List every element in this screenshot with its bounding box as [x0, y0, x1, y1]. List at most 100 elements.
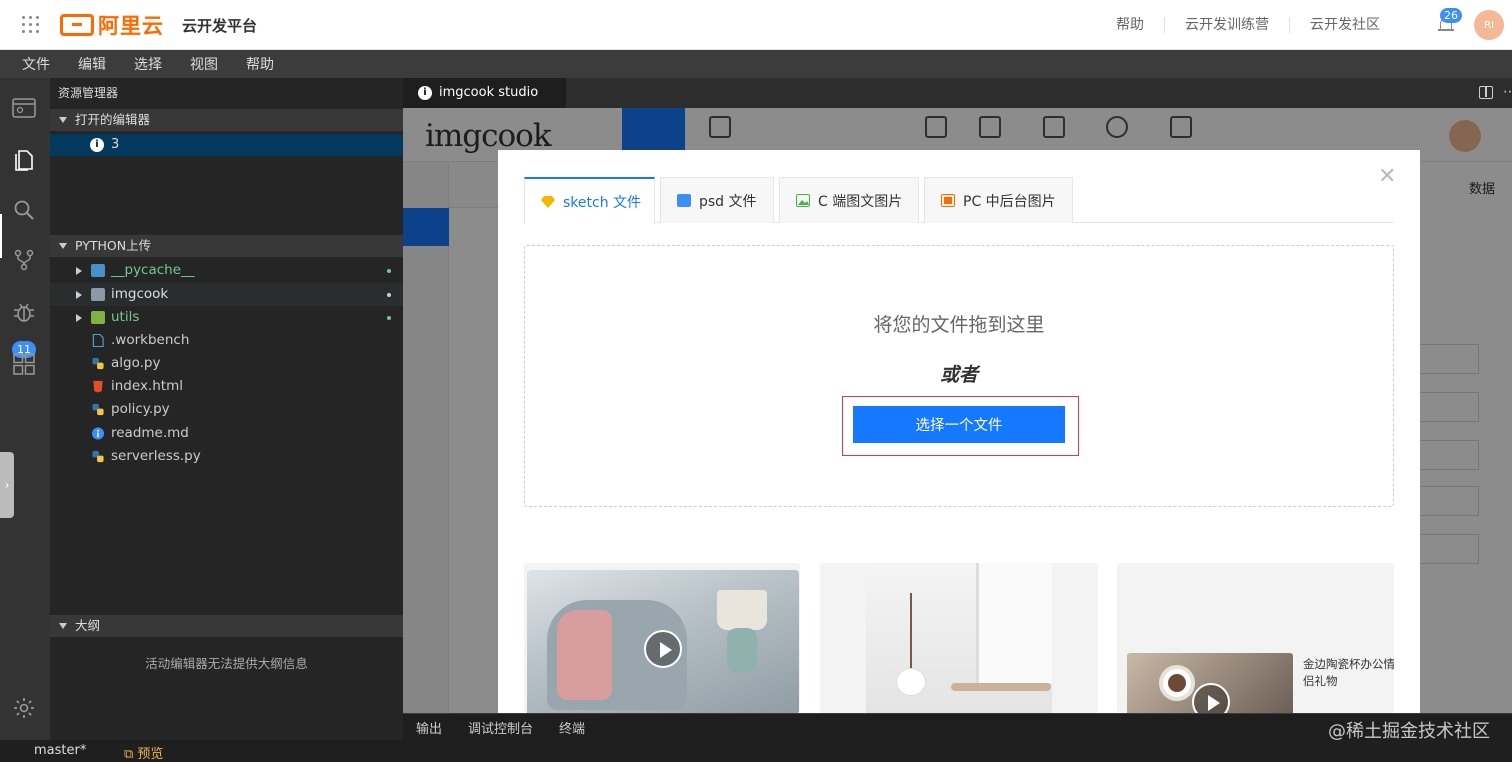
project-header[interactable]: PYTHON上传	[50, 235, 403, 257]
tree-folder-imgcook[interactable]: imgcook	[50, 283, 403, 306]
python-icon	[92, 403, 104, 416]
tree-folder-utils[interactable]: utils	[50, 306, 403, 329]
menu-select[interactable]: 选择	[120, 54, 176, 74]
tree-file-serverless[interactable]: serverless.py	[50, 445, 403, 468]
search-icon[interactable]	[12, 198, 36, 222]
tree-file-index-html[interactable]: index.html	[50, 375, 403, 398]
folder-icon	[91, 311, 105, 324]
sample-image	[866, 563, 1052, 713]
tree-file-algo[interactable]: algo.py	[50, 352, 403, 375]
tree-item-label: serverless.py	[111, 448, 201, 464]
active-indicator	[0, 214, 2, 258]
tab-pc-image[interactable]: PC 中后台图片	[924, 177, 1073, 223]
menu-view[interactable]: 视图	[176, 54, 232, 74]
debug-icon[interactable]	[12, 300, 36, 324]
or-text: 或者	[939, 364, 978, 386]
file-dropzone[interactable]: 将您的文件拖到这里 或者 选择一个文件	[524, 245, 1394, 507]
tree-item-label: algo.py	[111, 355, 161, 371]
app-grid-icon[interactable]	[22, 16, 40, 34]
status-bar: master* ⧉ 预览	[0, 740, 1512, 762]
html-icon	[93, 380, 103, 393]
nav-training-link[interactable]: 云开发训练营	[1164, 17, 1289, 33]
play-icon[interactable]	[644, 630, 682, 668]
aliyun-logo-icon	[60, 14, 94, 36]
sample-image	[527, 570, 799, 713]
panel-tab-debug-console[interactable]: 调试控制台	[455, 718, 546, 737]
outline-empty-message: 活动编辑器无法提供大纲信息	[145, 656, 308, 671]
more-actions-icon[interactable]: ⋯	[1503, 84, 1512, 100]
aliyun-logo[interactable]: 阿里云	[60, 12, 164, 38]
tree-item-label: index.html	[111, 378, 183, 394]
chevron-right-icon	[76, 314, 82, 322]
menu-help[interactable]: 帮助	[232, 54, 288, 74]
sidebar-expand-handle[interactable]: ›	[0, 452, 14, 518]
modified-dot	[387, 269, 391, 273]
menu-file[interactable]: 文件	[8, 54, 64, 74]
activity-bar: 11 ›	[0, 78, 50, 740]
tree-file-workbench[interactable]: .workbench	[50, 329, 403, 352]
nav-help-link[interactable]: 帮助	[1096, 17, 1164, 33]
menu-edit[interactable]: 编辑	[64, 54, 120, 74]
pc-image-icon	[941, 194, 955, 207]
open-editor-item[interactable]: i 3	[50, 134, 403, 156]
tab-label: imgcook studio	[439, 85, 539, 100]
tree-file-policy[interactable]: policy.py	[50, 398, 403, 421]
tree-item-label: imgcook	[111, 286, 169, 302]
notification-badge: 26	[1440, 8, 1462, 23]
file-icon	[92, 334, 104, 347]
top-header: 阿里云 云开发平台 帮助 云开发训练营 云开发社区 26 RI	[0, 0, 1512, 50]
info-icon: i	[90, 138, 104, 152]
choose-file-button[interactable]: 选择一个文件	[853, 406, 1065, 443]
modified-dot	[387, 316, 391, 320]
tab-psd[interactable]: psd 文件	[660, 177, 774, 223]
tree-folder-pycache[interactable]: __pycache__	[50, 259, 403, 282]
tree-item-label: __pycache__	[111, 262, 195, 278]
user-avatar[interactable]: RI	[1474, 10, 1504, 40]
sample-card-1[interactable]	[524, 563, 800, 713]
split-editor-icon[interactable]	[1479, 86, 1493, 99]
tab-c-image[interactable]: C 端图文图片	[779, 177, 919, 223]
sample-card-2[interactable]	[820, 563, 1098, 713]
chevron-right-icon	[76, 291, 82, 299]
tree-file-readme[interactable]: readme.md	[50, 422, 403, 445]
product-title: 金边陶瓷杯办公情侣礼物	[1303, 657, 1394, 688]
platform-title: 云开发平台	[182, 17, 258, 35]
menu-bar: 文件 编辑 选择 视图 帮助	[0, 50, 1512, 78]
open-editor-label: 3	[111, 137, 120, 152]
webide-icon[interactable]	[12, 96, 36, 120]
panel-tab-output[interactable]: 输出	[403, 718, 455, 737]
image-icon	[796, 194, 810, 207]
panel-tab-terminal[interactable]: 终端	[546, 718, 598, 737]
outline-header[interactable]: 大纲	[50, 615, 403, 637]
git-branch-status[interactable]: master*	[34, 743, 86, 758]
tab-sketch[interactable]: sketch 文件	[524, 177, 655, 224]
tab-imgcook-studio[interactable]: i imgcook studio	[403, 78, 566, 108]
folder-icon	[91, 288, 105, 301]
extensions-icon[interactable]	[12, 352, 36, 376]
open-editors-header[interactable]: 打开的编辑器	[50, 109, 403, 131]
settings-icon[interactable]	[12, 696, 36, 720]
folder-icon	[91, 264, 105, 277]
logo-text: 阿里云	[98, 14, 164, 38]
tab-label: sketch 文件	[563, 194, 642, 211]
upload-modal: ✕ sketch 文件 psd 文件 C 端图文图片 PC 中后台图片 将您的文…	[498, 150, 1420, 713]
sample-image	[1127, 653, 1293, 713]
nav-community-link[interactable]: 云开发社区	[1289, 17, 1400, 33]
modified-dot	[387, 293, 391, 297]
files-icon[interactable]	[12, 148, 36, 172]
tab-label: C 端图文图片	[818, 193, 903, 210]
sketch-icon	[541, 196, 555, 208]
tree-item-label: policy.py	[111, 401, 170, 417]
info-icon: i	[418, 86, 432, 100]
python-icon	[92, 450, 104, 463]
upload-type-tabs: sketch 文件 psd 文件 C 端图文图片 PC 中后台图片	[524, 177, 1394, 224]
chevron-right-icon	[76, 267, 82, 275]
tree-item-label: readme.md	[111, 425, 189, 441]
external-link-icon: ⧉	[124, 747, 138, 762]
explorer-sidebar: 资源管理器 打开的编辑器 i 3 PYTHON上传 __pycache__ im…	[50, 78, 403, 740]
sample-card-3[interactable]: 金边陶瓷杯办公情侣礼物	[1117, 563, 1394, 713]
preview-status[interactable]: ⧉ 预览	[124, 743, 163, 762]
play-icon[interactable]	[1192, 683, 1230, 713]
source-control-icon[interactable]	[12, 248, 36, 272]
python-icon	[92, 357, 104, 370]
